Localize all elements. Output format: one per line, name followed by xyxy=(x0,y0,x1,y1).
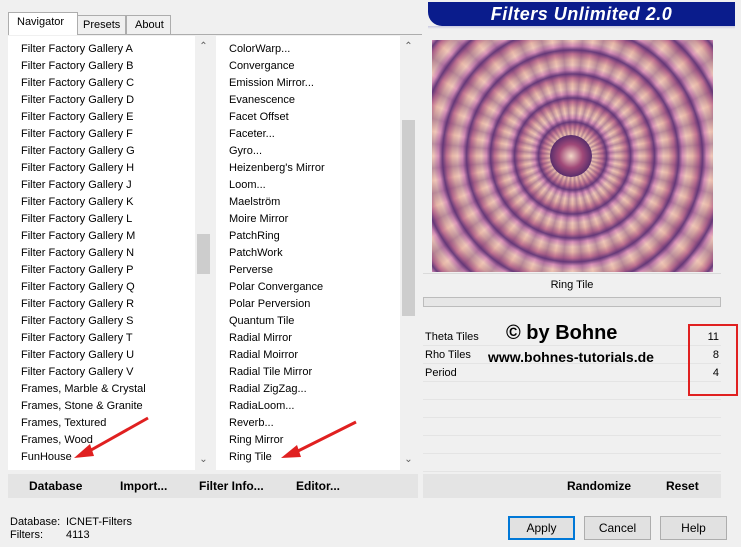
watermark-url: www.bohnes-tutorials.de xyxy=(488,349,654,365)
param-label: Theta Tiles xyxy=(425,331,479,343)
param-period[interactable]: Period 4 xyxy=(423,364,721,382)
tab-bar: Navigator Presets About xyxy=(8,12,428,35)
filter-item[interactable]: Maelström xyxy=(216,194,325,211)
category-item[interactable]: Filter Factory Gallery K xyxy=(8,194,146,211)
filter-info-button[interactable]: Filter Info... xyxy=(199,474,264,498)
randomize-button[interactable]: Randomize xyxy=(567,474,631,498)
left-button-bar: Database Import... Filter Info... Editor… xyxy=(8,474,418,498)
param-empty-row xyxy=(423,454,721,472)
filter-item[interactable]: Quantum Tile xyxy=(216,313,325,330)
scroll-up-icon[interactable]: ⌃ xyxy=(195,38,212,55)
right-button-bar: Randomize Reset xyxy=(423,474,721,498)
help-button[interactable]: Help xyxy=(660,516,727,540)
reset-button[interactable]: Reset xyxy=(666,474,699,498)
category-item[interactable]: Filter Factory Gallery R xyxy=(8,296,146,313)
param-empty-row xyxy=(423,436,721,454)
scroll-down-icon[interactable]: ⌄ xyxy=(400,451,417,468)
category-item[interactable]: Filter Factory Gallery H xyxy=(8,160,146,177)
app-logo: Filters Unlimited 2.0 xyxy=(428,2,735,26)
tab-navigator[interactable]: Navigator xyxy=(8,12,78,35)
param-empty-row xyxy=(423,382,721,400)
filter-items: ColorWarp... Convergance Emission Mirror..… xyxy=(216,41,325,466)
import-button[interactable]: Import... xyxy=(120,474,167,498)
category-item[interactable]: Filter Factory Gallery B xyxy=(8,58,146,75)
filter-item[interactable]: PatchRing xyxy=(216,228,325,245)
category-item[interactable]: Filter Factory Gallery J xyxy=(8,177,146,194)
database-label: Database: xyxy=(10,516,61,528)
database-value: ICNET-Filters xyxy=(66,516,132,528)
progress-bar xyxy=(423,297,721,307)
filter-scroll-thumb[interactable] xyxy=(402,120,415,316)
param-label: Period xyxy=(425,367,457,379)
category-scrollbar[interactable]: ⌃ ⌄ xyxy=(195,36,212,470)
category-item[interactable]: Filter Factory Gallery A xyxy=(8,41,146,58)
param-empty-row xyxy=(423,400,721,418)
preview-center xyxy=(550,135,592,177)
filter-item[interactable]: Evanescence xyxy=(216,92,325,109)
category-item[interactable]: Filter Factory Gallery Q xyxy=(8,279,146,296)
selected-filter-name: Ring Tile xyxy=(423,273,721,295)
category-item[interactable]: Filter Factory Gallery U xyxy=(8,347,146,364)
filter-item[interactable]: Radial Tile Mirror xyxy=(216,364,325,381)
category-scroll-thumb[interactable] xyxy=(197,234,210,274)
category-item[interactable]: Filter Factory Gallery G xyxy=(8,143,146,160)
logo-shadow xyxy=(428,26,735,29)
filter-item[interactable]: Emission Mirror... xyxy=(216,75,325,92)
filter-item[interactable]: Gyro... xyxy=(216,143,325,160)
filter-item[interactable]: Loom... xyxy=(216,177,325,194)
category-item[interactable]: Filter Factory Gallery N xyxy=(8,245,146,262)
tab-presets[interactable]: Presets xyxy=(74,15,126,35)
scroll-up-icon[interactable]: ⌃ xyxy=(400,38,417,55)
filter-item[interactable]: Convergance xyxy=(216,58,325,75)
filter-item[interactable]: Moire Mirror xyxy=(216,211,325,228)
apply-button[interactable]: Apply xyxy=(508,516,575,540)
filters-label: Filters: xyxy=(10,529,43,541)
filter-scrollbar[interactable]: ⌃ ⌄ xyxy=(400,36,417,470)
watermark-copyright: © by Bohne xyxy=(506,322,618,344)
cancel-button[interactable]: Cancel xyxy=(584,516,651,540)
category-item[interactable]: Filter Factory Gallery P xyxy=(8,262,146,279)
scroll-down-icon[interactable]: ⌄ xyxy=(195,451,212,468)
filter-item[interactable]: ColorWarp... xyxy=(216,41,325,58)
category-item[interactable]: Frames, Stone & Granite xyxy=(8,398,146,415)
filter-item[interactable]: Polar Convergance xyxy=(216,279,325,296)
filters-count: 4113 xyxy=(66,529,90,541)
param-empty-row xyxy=(423,418,721,436)
filter-item[interactable]: RadiaLoom... xyxy=(216,398,325,415)
param-label: Rho Tiles xyxy=(425,349,471,361)
editor-button[interactable]: Editor... xyxy=(296,474,340,498)
category-list[interactable]: Filter Factory Gallery A Filter Factory G… xyxy=(8,36,212,470)
filter-list[interactable]: ColorWarp... Convergance Emission Mirror..… xyxy=(216,36,417,470)
filter-item[interactable]: Radial Mirror xyxy=(216,330,325,347)
status-area: Database: ICNET-Filters Filters: 4113 xyxy=(10,516,132,542)
category-item[interactable]: Filter Factory Gallery D xyxy=(8,92,146,109)
filter-item[interactable]: Heizenberg's Mirror xyxy=(216,160,325,177)
filter-item[interactable]: Polar Perversion xyxy=(216,296,325,313)
filter-item[interactable]: Radial Moirror xyxy=(216,347,325,364)
category-item[interactable]: Frames, Marble & Crystal xyxy=(8,381,146,398)
annotation-box xyxy=(688,324,738,396)
category-items: Filter Factory Gallery A Filter Factory G… xyxy=(8,41,146,466)
database-button[interactable]: Database xyxy=(29,474,82,498)
category-item[interactable]: Filter Factory Gallery S xyxy=(8,313,146,330)
preview-image xyxy=(432,40,713,272)
filter-item[interactable]: PatchWork xyxy=(216,245,325,262)
filter-item[interactable]: Perverse xyxy=(216,262,325,279)
category-item[interactable]: Filter Factory Gallery F xyxy=(8,126,146,143)
annotation-arrow-icon xyxy=(281,420,357,458)
filter-item[interactable]: Radial ZigZag... xyxy=(216,381,325,398)
filter-item[interactable]: Facet Offset xyxy=(216,109,325,126)
category-item[interactable]: Filter Factory Gallery E xyxy=(8,109,146,126)
category-item[interactable]: Filter Factory Gallery L xyxy=(8,211,146,228)
annotation-arrow-icon xyxy=(74,416,149,458)
category-item[interactable]: Filter Factory Gallery T xyxy=(8,330,146,347)
category-item[interactable]: Filter Factory Gallery M xyxy=(8,228,146,245)
filter-item[interactable]: Faceter... xyxy=(216,126,325,143)
tab-about[interactable]: About xyxy=(126,15,171,35)
category-item[interactable]: Filter Factory Gallery V xyxy=(8,364,146,381)
category-item[interactable]: Filter Factory Gallery C xyxy=(8,75,146,92)
